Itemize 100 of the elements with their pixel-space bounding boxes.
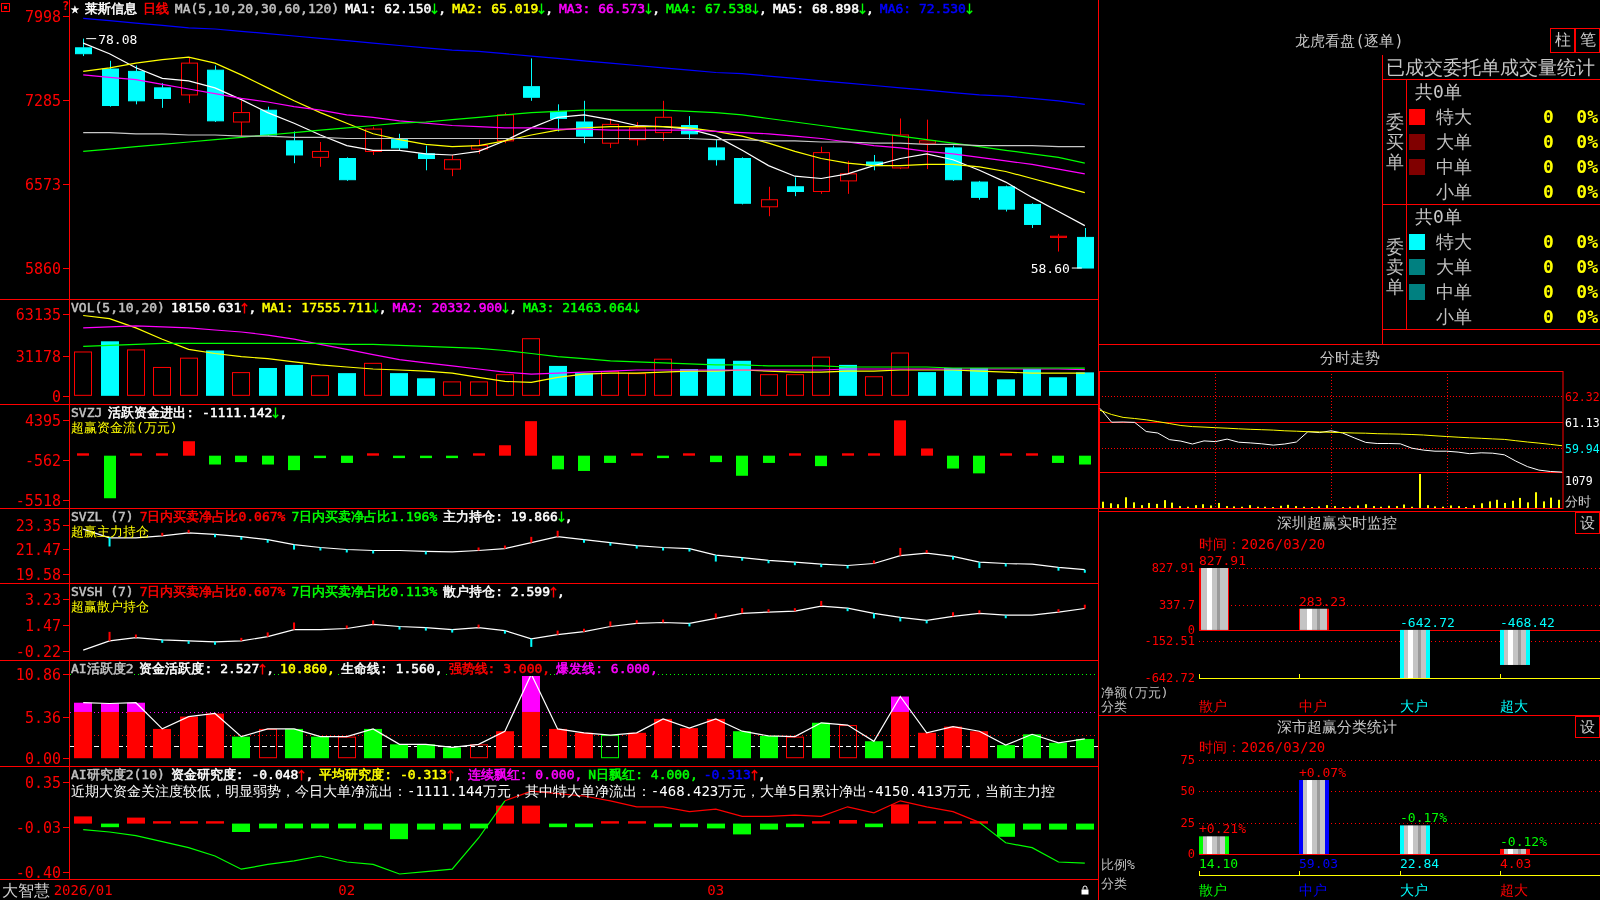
order-share: 0%: [1576, 131, 1599, 152]
change-tick: [1004, 614, 1007, 620]
change-tick: [925, 619, 928, 625]
value-label: 22.84: [1400, 856, 1440, 871]
change-tick: [372, 619, 375, 626]
indicator-caption: 超赢散户持仓: [71, 599, 149, 614]
candlestick: [365, 126, 382, 156]
candlestick: [919, 119, 936, 170]
category-label: 散户: [1199, 698, 1227, 714]
change-tick: [108, 536, 111, 548]
candlestick: [207, 65, 224, 123]
axis-title: 分类: [1101, 876, 1127, 891]
legend-text: 连续飘红: 0.000,: [467, 767, 583, 782]
axis-label: 21.47: [15, 540, 61, 559]
side-label: 委卖单: [1385, 237, 1404, 297]
order-count: 0: [1543, 156, 1554, 177]
change-tick: [952, 611, 955, 618]
order-total: 共0单: [1414, 80, 1462, 104]
legend-text: 7日内买卖净占比0.067%: [139, 509, 286, 524]
change-tick: [161, 531, 164, 537]
change-tick: [372, 549, 375, 555]
square-icon: [1, 3, 10, 12]
legend-text: 7日内买卖净占比0.607%: [139, 584, 286, 599]
change-tick: [213, 640, 216, 646]
change-tick: [978, 561, 981, 570]
candlestick: [655, 100, 672, 142]
legend-text: 资金活跃度: 2.527: [139, 661, 260, 676]
category-label: 超大: [1500, 882, 1528, 898]
change-tick: [187, 528, 190, 534]
order-count: 0: [1543, 256, 1554, 277]
axis-label: 337.7: [1158, 597, 1195, 612]
value-label: -642.72: [1400, 614, 1455, 630]
change-tick: [899, 616, 902, 623]
change-tick: [899, 546, 902, 557]
change-tick: [793, 607, 796, 613]
settings-button[interactable]: 设: [1575, 512, 1600, 534]
value-label: 14.10: [1199, 856, 1239, 871]
order-count: 0: [1543, 231, 1554, 252]
view-mode-button[interactable]: 柱: [1550, 28, 1575, 53]
table-title: 已成交委托单成交量统计: [1383, 55, 1600, 80]
change-tick: [530, 637, 533, 648]
change-tick: [319, 546, 322, 552]
settings-button[interactable]: 设: [1575, 716, 1600, 738]
order-share: 0%: [1576, 181, 1599, 202]
candlestick: [154, 82, 171, 109]
legend-text: 散户持仓: 2.599: [443, 584, 550, 599]
candlestick: [471, 139, 488, 155]
order-total: 共0单: [1414, 205, 1462, 229]
time-label: 时间：2026/03/20: [1199, 739, 1326, 755]
change-label: -0.12%: [1500, 833, 1547, 849]
legend-text: 日线: [142, 1, 169, 16]
axis-title: 分时: [1565, 494, 1591, 509]
axis-label: -152.51: [1144, 634, 1195, 649]
change-tick: [556, 529, 559, 538]
candlestick: [1077, 227, 1094, 269]
value-label: 827.91: [1199, 553, 1246, 568]
legend-text: MA2: 65.019: [452, 1, 539, 16]
legend-text: 平均研究度: -0.313: [319, 767, 447, 782]
category-label: 散户: [1199, 882, 1227, 898]
legend-text: MA(5,10,20,30,60,120): [174, 1, 340, 16]
order-count: 0: [1543, 306, 1554, 327]
change-tick: [793, 561, 796, 567]
candlestick: [339, 156, 356, 182]
order-size-label: 小单: [1436, 304, 1472, 329]
axis-label: -0.03: [15, 818, 61, 837]
change-label: -0.17%: [1400, 810, 1447, 826]
candlestick: [497, 112, 514, 144]
axis-label: 19.58: [15, 565, 61, 583]
change-tick: [187, 639, 190, 645]
candlestick: [418, 145, 435, 171]
lock-icon: [1081, 885, 1089, 895]
change-tick: [1057, 566, 1060, 572]
legend-text: 7日内买卖净占比1.196%: [291, 509, 438, 524]
change-tick: [266, 538, 269, 544]
candlestick: [866, 154, 883, 171]
order-size-label: 特大: [1436, 104, 1472, 129]
axis-label: 31178: [15, 347, 61, 366]
order-share: 0%: [1576, 281, 1599, 302]
change-tick: [820, 563, 823, 569]
axis-label: 827.91: [1151, 561, 1195, 575]
axis-label: -5518: [15, 491, 61, 508]
change-tick: [108, 630, 111, 642]
order-share: 0%: [1576, 231, 1599, 252]
change-tick: [451, 628, 454, 634]
change-tick: [714, 612, 717, 620]
change-tick: [925, 549, 928, 555]
change-tick: [134, 633, 137, 639]
axis-label: 1.47: [24, 616, 61, 635]
change-tick: [503, 544, 506, 550]
legend-text: MA1: 17555.711: [262, 300, 372, 315]
candlestick: [761, 186, 778, 217]
candlestick: [286, 130, 303, 164]
brand-text: 大智慧: [2, 881, 50, 900]
change-tick: [635, 619, 638, 625]
candlestick: [734, 156, 751, 205]
chart-bar: [1400, 629, 1430, 678]
view-mode-button[interactable]: 笔: [1575, 28, 1600, 53]
change-tick: [609, 620, 612, 628]
candlestick: [629, 121, 646, 147]
legend-text: MA4: 67.538: [665, 1, 753, 16]
